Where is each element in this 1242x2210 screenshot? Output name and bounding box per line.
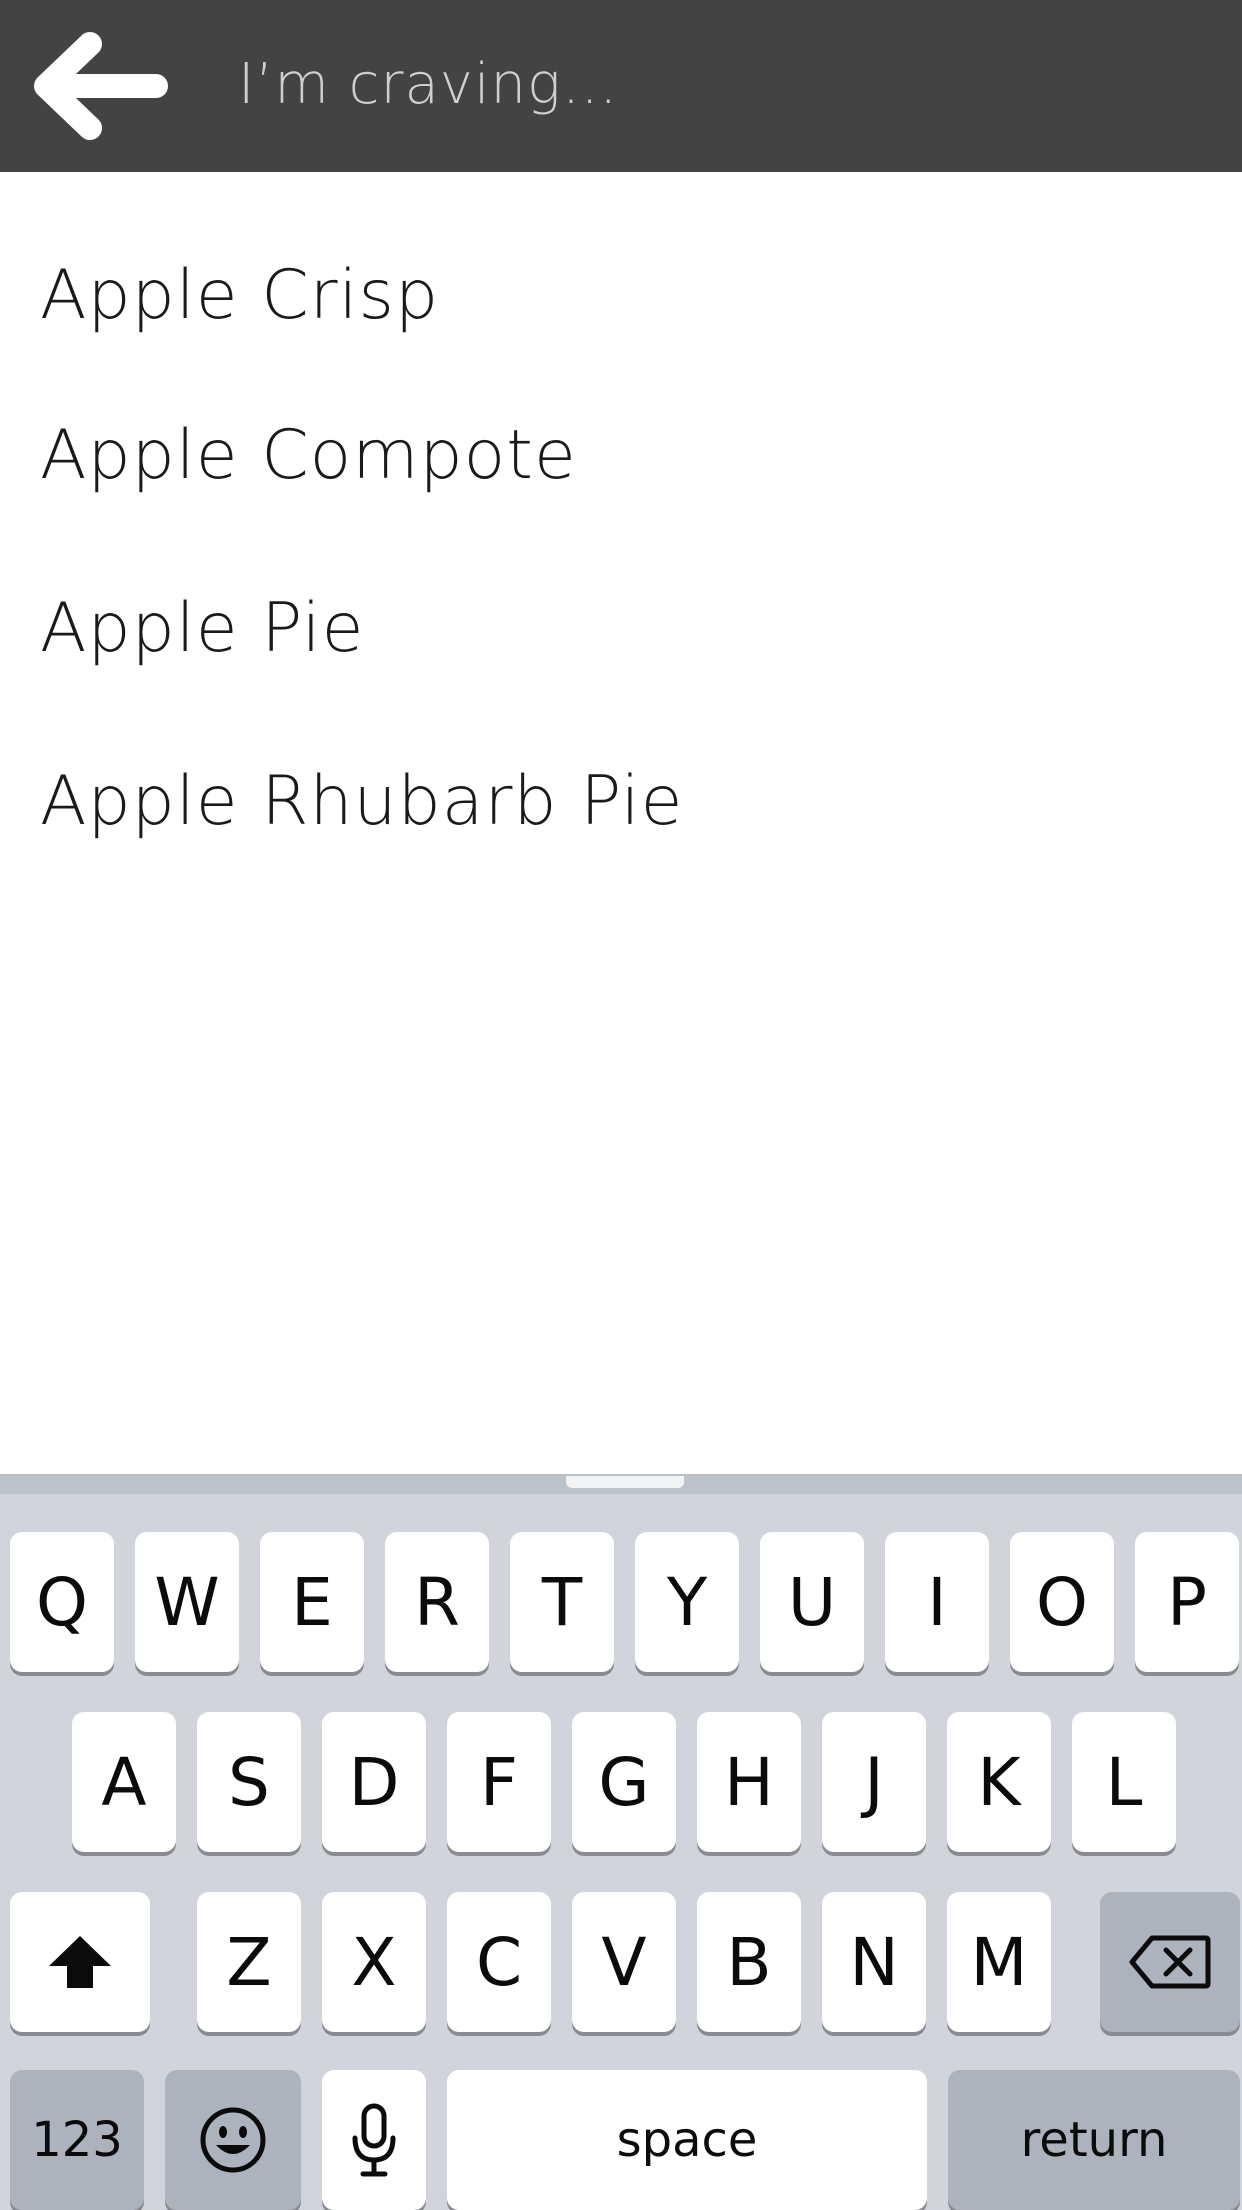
key-g[interactable]: G — [572, 1712, 676, 1852]
key-b[interactable]: B — [697, 1892, 801, 2032]
suggestion-list: Apple Crisp Apple Compote Apple Pie Appl… — [0, 172, 1242, 861]
shift-icon — [49, 1936, 111, 1988]
suggestion-item[interactable]: Apple Pie — [0, 515, 1242, 688]
key-f[interactable]: F — [447, 1712, 551, 1852]
delete-key[interactable] — [1100, 1892, 1240, 2032]
key-p[interactable]: P — [1135, 1532, 1239, 1672]
key-e[interactable]: E — [260, 1532, 364, 1672]
search-input[interactable] — [238, 34, 1198, 134]
emoji-key[interactable] — [165, 2070, 301, 2210]
key-q[interactable]: Q — [10, 1532, 114, 1672]
key-c[interactable]: C — [447, 1892, 551, 2032]
key-j[interactable]: J — [822, 1712, 926, 1852]
key-k[interactable]: K — [947, 1712, 1051, 1852]
return-key[interactable]: return — [948, 2070, 1240, 2210]
key-i[interactable]: I — [885, 1532, 989, 1672]
key-u[interactable]: U — [760, 1532, 864, 1672]
suggestion-item[interactable]: Apple Crisp — [0, 172, 1242, 342]
key-t[interactable]: T — [510, 1532, 614, 1672]
back-arrow-icon — [34, 32, 168, 140]
key-x[interactable]: X — [322, 1892, 426, 2032]
space-key[interactable]: space — [447, 2070, 927, 2210]
key-d[interactable]: D — [322, 1712, 426, 1852]
key-l[interactable]: L — [1072, 1712, 1176, 1852]
key-r[interactable]: R — [385, 1532, 489, 1672]
key-m[interactable]: M — [947, 1892, 1051, 2032]
key-h[interactable]: H — [697, 1712, 801, 1852]
key-s[interactable]: S — [197, 1712, 301, 1852]
key-n[interactable]: N — [822, 1892, 926, 2032]
top-bar — [0, 0, 1242, 172]
keyboard-handle — [566, 1476, 684, 1488]
suggestion-item[interactable]: Apple Rhubarb Pie — [0, 688, 1242, 861]
suggestion-item[interactable]: Apple Compote — [0, 342, 1242, 515]
backspace-icon — [1129, 1935, 1211, 1989]
emoji-icon — [200, 2107, 266, 2173]
keyboard: Q W E R T Y U I O P A S D F G H J K L Z … — [0, 1474, 1242, 2210]
back-button[interactable] — [28, 30, 178, 142]
key-v[interactable]: V — [572, 1892, 676, 2032]
shift-key[interactable] — [10, 1892, 150, 2032]
key-y[interactable]: Y — [635, 1532, 739, 1672]
microphone-icon — [352, 2103, 396, 2177]
key-z[interactable]: Z — [197, 1892, 301, 2032]
microphone-key[interactable] — [322, 2070, 426, 2210]
numbers-key[interactable]: 123 — [10, 2070, 144, 2210]
key-w[interactable]: W — [135, 1532, 239, 1672]
key-o[interactable]: O — [1010, 1532, 1114, 1672]
key-a[interactable]: A — [72, 1712, 176, 1852]
